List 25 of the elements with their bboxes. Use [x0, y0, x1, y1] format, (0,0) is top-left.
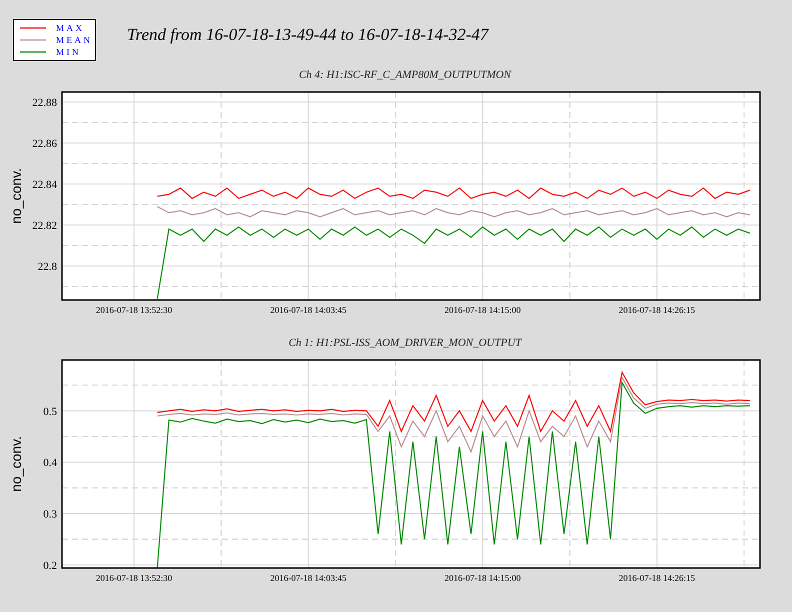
x-tick-label: 2016-07-18 14:15:00	[444, 573, 521, 583]
x-tick-label: 2016-07-18 13:52:30	[96, 573, 172, 583]
legend-label: MEAN	[56, 34, 92, 46]
chart-title: Ch 4: H1:ISC-RF_C_AMP80M_OUTPUTMON	[298, 69, 512, 81]
chart-title: Ch 1: H1:PSL-ISS_AOM_DRIVER_MON_OUTPUT	[288, 337, 522, 349]
trend-title: Trend from 16-07-18-13-49-44 to 16-07-18-14-32-47	[127, 24, 488, 46]
y-tick-label: 0.2	[43, 560, 57, 572]
x-tick-label: 2016-07-18 13:52:30	[96, 305, 172, 315]
y-tick-label: 22.84	[32, 179, 57, 191]
y-tick-label: 0.5	[43, 406, 57, 418]
y-tick-label: 22.88	[32, 97, 57, 110]
x-tick-label: 2016-07-18 14:26:15	[618, 573, 696, 583]
y-axis-title: no_conv.	[8, 436, 24, 492]
y-tick-label: 22.82	[32, 220, 57, 232]
y-tick-label: 22.86	[32, 138, 57, 150]
legend-label: MIN	[56, 46, 81, 58]
y-tick-label: 22.8	[38, 260, 57, 273]
y-tick-label: 0.3	[43, 508, 57, 521]
x-tick-label: 2016-07-18 14:03:45	[270, 573, 346, 583]
x-tick-label: 2016-07-18 14:26:15	[618, 305, 696, 315]
y-tick-label: 0.4	[43, 457, 57, 470]
legend-label: MAX	[56, 22, 85, 34]
y-axis-title: no_conv.	[8, 168, 24, 224]
x-tick-label: 2016-07-18 14:15:00	[444, 305, 521, 315]
x-tick-label: 2016-07-18 14:03:45	[270, 305, 346, 315]
